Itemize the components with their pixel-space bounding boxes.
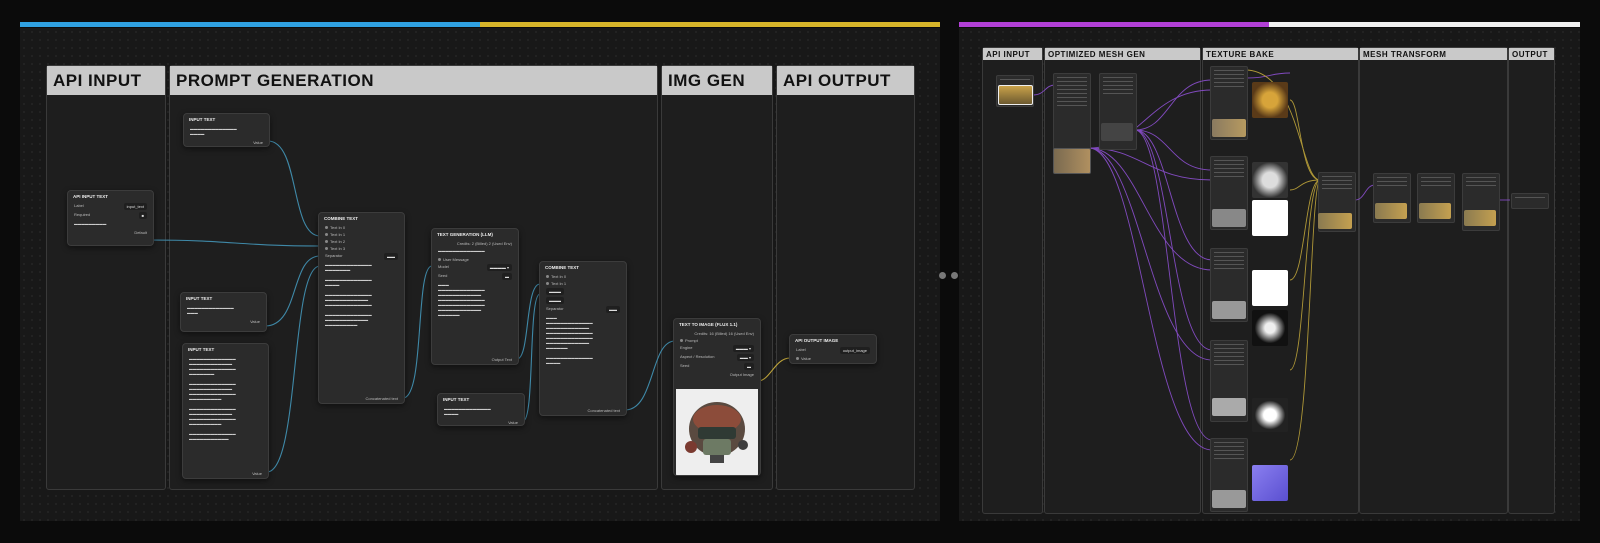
texture-map-roughness — [1252, 162, 1288, 198]
mesh-gen-node-1[interactable] — [1053, 73, 1091, 150]
transform-preview-1 — [1375, 203, 1407, 219]
texture-map-ao — [1252, 398, 1288, 432]
texture-map-normal — [1252, 465, 1288, 501]
transform-preview-2 — [1419, 203, 1451, 219]
textured-mesh-thumbnail — [1318, 213, 1352, 229]
texture-map-metallic — [1252, 310, 1288, 346]
texture-map-white-1 — [1252, 200, 1288, 236]
input-image-thumbnail — [998, 85, 1033, 105]
bake-mesh-thumbnail-3 — [1212, 301, 1246, 319]
texture-map-white-2 — [1252, 270, 1288, 306]
bake-mesh-thumbnail-5 — [1212, 490, 1246, 508]
transform-preview-3 — [1464, 210, 1496, 226]
api-output-mesh-node[interactable] — [1511, 193, 1549, 209]
right-wires — [1032, 69, 1510, 461]
bake-mesh-thumbnail-1 — [1212, 119, 1246, 137]
mesh-preview-thumbnail-2 — [1101, 123, 1133, 141]
texture-map-albedo — [1252, 82, 1288, 118]
bake-mesh-thumbnail-2 — [1212, 209, 1246, 227]
bake-mesh-thumbnail-4 — [1212, 398, 1246, 416]
mesh-preview-thumbnail-1 — [1053, 148, 1091, 174]
